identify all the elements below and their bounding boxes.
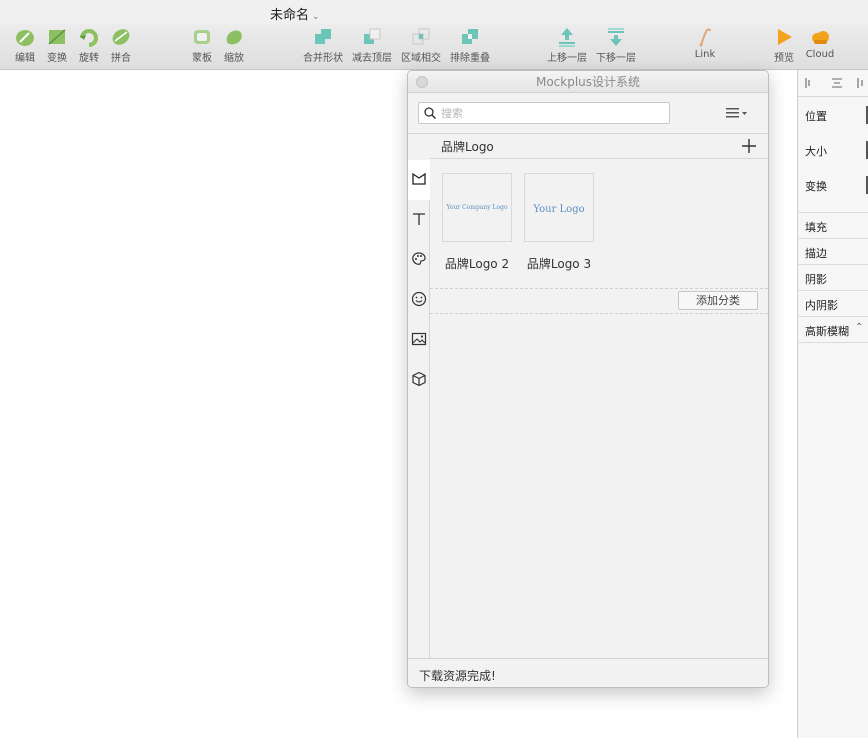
toolbar-cloud-button[interactable]: Cloud — [795, 26, 845, 60]
scale-icon — [226, 30, 242, 45]
search-input[interactable] — [441, 105, 665, 121]
combine-icon — [112, 29, 130, 45]
design-system-panel: Mockplus设计系统 品牌Logo Your Co — [407, 70, 769, 688]
toolbar-link-label: Link — [694, 49, 716, 60]
divider — [798, 342, 868, 343]
inner-shadow-section[interactable]: 内阴影 — [805, 297, 838, 313]
add-icon[interactable] — [740, 137, 758, 155]
document-title-menu[interactable]: 未命名 ⌄ — [270, 4, 320, 23]
subtract-icon — [364, 28, 381, 44]
sidebar-item-components[interactable] — [408, 360, 430, 400]
bring-forward-icon — [559, 28, 575, 47]
menu-icon — [726, 108, 747, 118]
panel-header[interactable]: Mockplus设计系统 — [408, 71, 768, 93]
brand-logo-icon — [412, 172, 426, 185]
sidebar-item-images[interactable] — [408, 320, 430, 360]
divider — [430, 313, 768, 314]
fill-section[interactable]: 填充 — [805, 219, 827, 235]
inspector-panel: 位置 大小 变换 填充 描边 阴影 内阴影 高斯模糊 ⌃ — [797, 70, 868, 738]
logo-preview-text: Your Company Logo — [446, 204, 508, 211]
toolbar-send-backward-button[interactable]: 下移一层 — [591, 26, 641, 64]
image-icon — [411, 332, 427, 346]
toolbar-bring-forward-label: 上移一层 — [547, 53, 587, 64]
panel-menu-button[interactable] — [724, 105, 750, 121]
distribute-icon[interactable] — [856, 76, 868, 90]
toolbar-union-button[interactable]: 合并形状 — [298, 26, 348, 64]
toolbar-cloud-label: Cloud — [805, 49, 835, 60]
smiley-icon — [411, 291, 427, 307]
divider — [798, 316, 868, 317]
align-center-icon[interactable] — [830, 76, 844, 90]
document-title: 未命名 — [270, 8, 310, 23]
difference-icon — [462, 29, 478, 44]
category-title: 品牌Logo — [441, 140, 494, 154]
sidebar-item-icons[interactable] — [408, 280, 430, 320]
divider — [430, 288, 768, 289]
divider — [798, 264, 868, 265]
toolbar-scale-label: 缩放 — [224, 53, 244, 64]
logo-thumbnail[interactable]: Your Logo — [524, 173, 594, 242]
toolbar-send-backward-label: 下移一层 — [596, 53, 636, 64]
toolbar-combine-button[interactable]: 拼合 — [96, 26, 146, 64]
stroke-section[interactable]: 描边 — [805, 245, 827, 261]
size-label: 大小 — [805, 145, 827, 158]
stepper-icon[interactable]: ⌃ — [855, 322, 863, 333]
category-sidebar — [408, 160, 430, 658]
add-category-button[interactable]: 添加分类 — [678, 291, 758, 310]
cube-icon — [412, 371, 426, 387]
chevron-down-icon: ⌄ — [312, 12, 320, 22]
status-text: 下载资源完成! — [419, 669, 496, 683]
toolbar-subtract-label: 减去顶层 — [352, 53, 392, 64]
union-icon — [315, 29, 331, 44]
toolbar-intersect-button[interactable]: 区域相交 — [396, 26, 446, 64]
toolbar-difference-button[interactable]: 排除重叠 — [445, 26, 495, 64]
search-icon — [424, 107, 437, 120]
toolbar-scale-button[interactable]: 缩放 — [209, 26, 259, 64]
logo-thumbnail[interactable]: Your Company Logo — [442, 173, 512, 242]
main-toolbar: 编辑 变换 旋转 拼合 蒙板 缩放 合并形状 减去顶层 区域相交 排除重叠 上移… — [0, 24, 868, 70]
align-left-icon[interactable] — [804, 76, 818, 90]
panel-footer: 下载资源完成! — [408, 658, 768, 687]
toolbar-link-button[interactable]: Link — [680, 26, 730, 60]
gaussian-blur-section[interactable]: 高斯模糊 — [805, 323, 849, 339]
text-style-icon — [413, 213, 425, 225]
send-backward-icon — [608, 28, 624, 46]
search-box — [418, 102, 670, 124]
sidebar-item-logo[interactable] — [408, 160, 430, 200]
intersect-icon — [412, 28, 430, 45]
logo-caption: 品牌Logo 2 — [444, 257, 510, 271]
toolbar-bring-forward-button[interactable]: 上移一层 — [542, 26, 592, 64]
toolbar-difference-label: 排除重叠 — [450, 53, 490, 64]
close-icon[interactable] — [416, 76, 428, 88]
divider — [798, 290, 868, 291]
logo-preview-text: Your Logo — [533, 204, 585, 215]
play-icon — [778, 29, 792, 45]
inspector-tabs — [798, 70, 868, 97]
toolbar-union-label: 合并形状 — [303, 53, 343, 64]
position-label: 位置 — [805, 110, 827, 123]
toolbar-subtract-button[interactable]: 减去顶层 — [347, 26, 397, 64]
title-bar: 未命名 ⌄ — [0, 0, 868, 24]
toolbar-intersect-label: 区域相交 — [401, 53, 441, 64]
shadow-section[interactable]: 阴影 — [805, 271, 827, 287]
link-icon — [699, 28, 711, 47]
logo-caption: 品牌Logo 3 — [526, 257, 592, 271]
cloud-icon — [812, 31, 829, 44]
divider — [798, 212, 868, 213]
panel-title: Mockplus设计系统 — [535, 75, 641, 89]
category-header: 品牌Logo — [430, 134, 768, 159]
transform-label: 变换 — [805, 180, 827, 193]
sidebar-item-color[interactable] — [408, 240, 430, 280]
palette-icon — [412, 252, 426, 265]
sidebar-item-text[interactable] — [408, 200, 430, 240]
toolbar-combine-label: 拼合 — [111, 53, 131, 64]
divider — [798, 238, 868, 239]
